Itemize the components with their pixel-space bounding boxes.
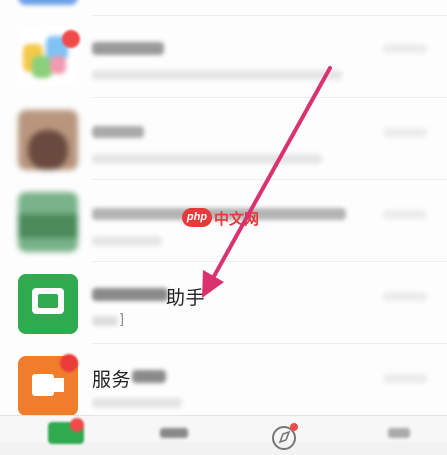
tab-discover[interactable] xyxy=(270,422,298,450)
bottom-tab-bar xyxy=(0,415,447,450)
chat-list-screen: 助手 ] 服务 php 中文网 xyxy=(0,0,447,450)
annotation-arrow xyxy=(202,66,332,298)
compass-icon xyxy=(272,423,298,450)
tab-me[interactable] xyxy=(388,428,410,438)
tab-contacts[interactable] xyxy=(160,428,188,438)
